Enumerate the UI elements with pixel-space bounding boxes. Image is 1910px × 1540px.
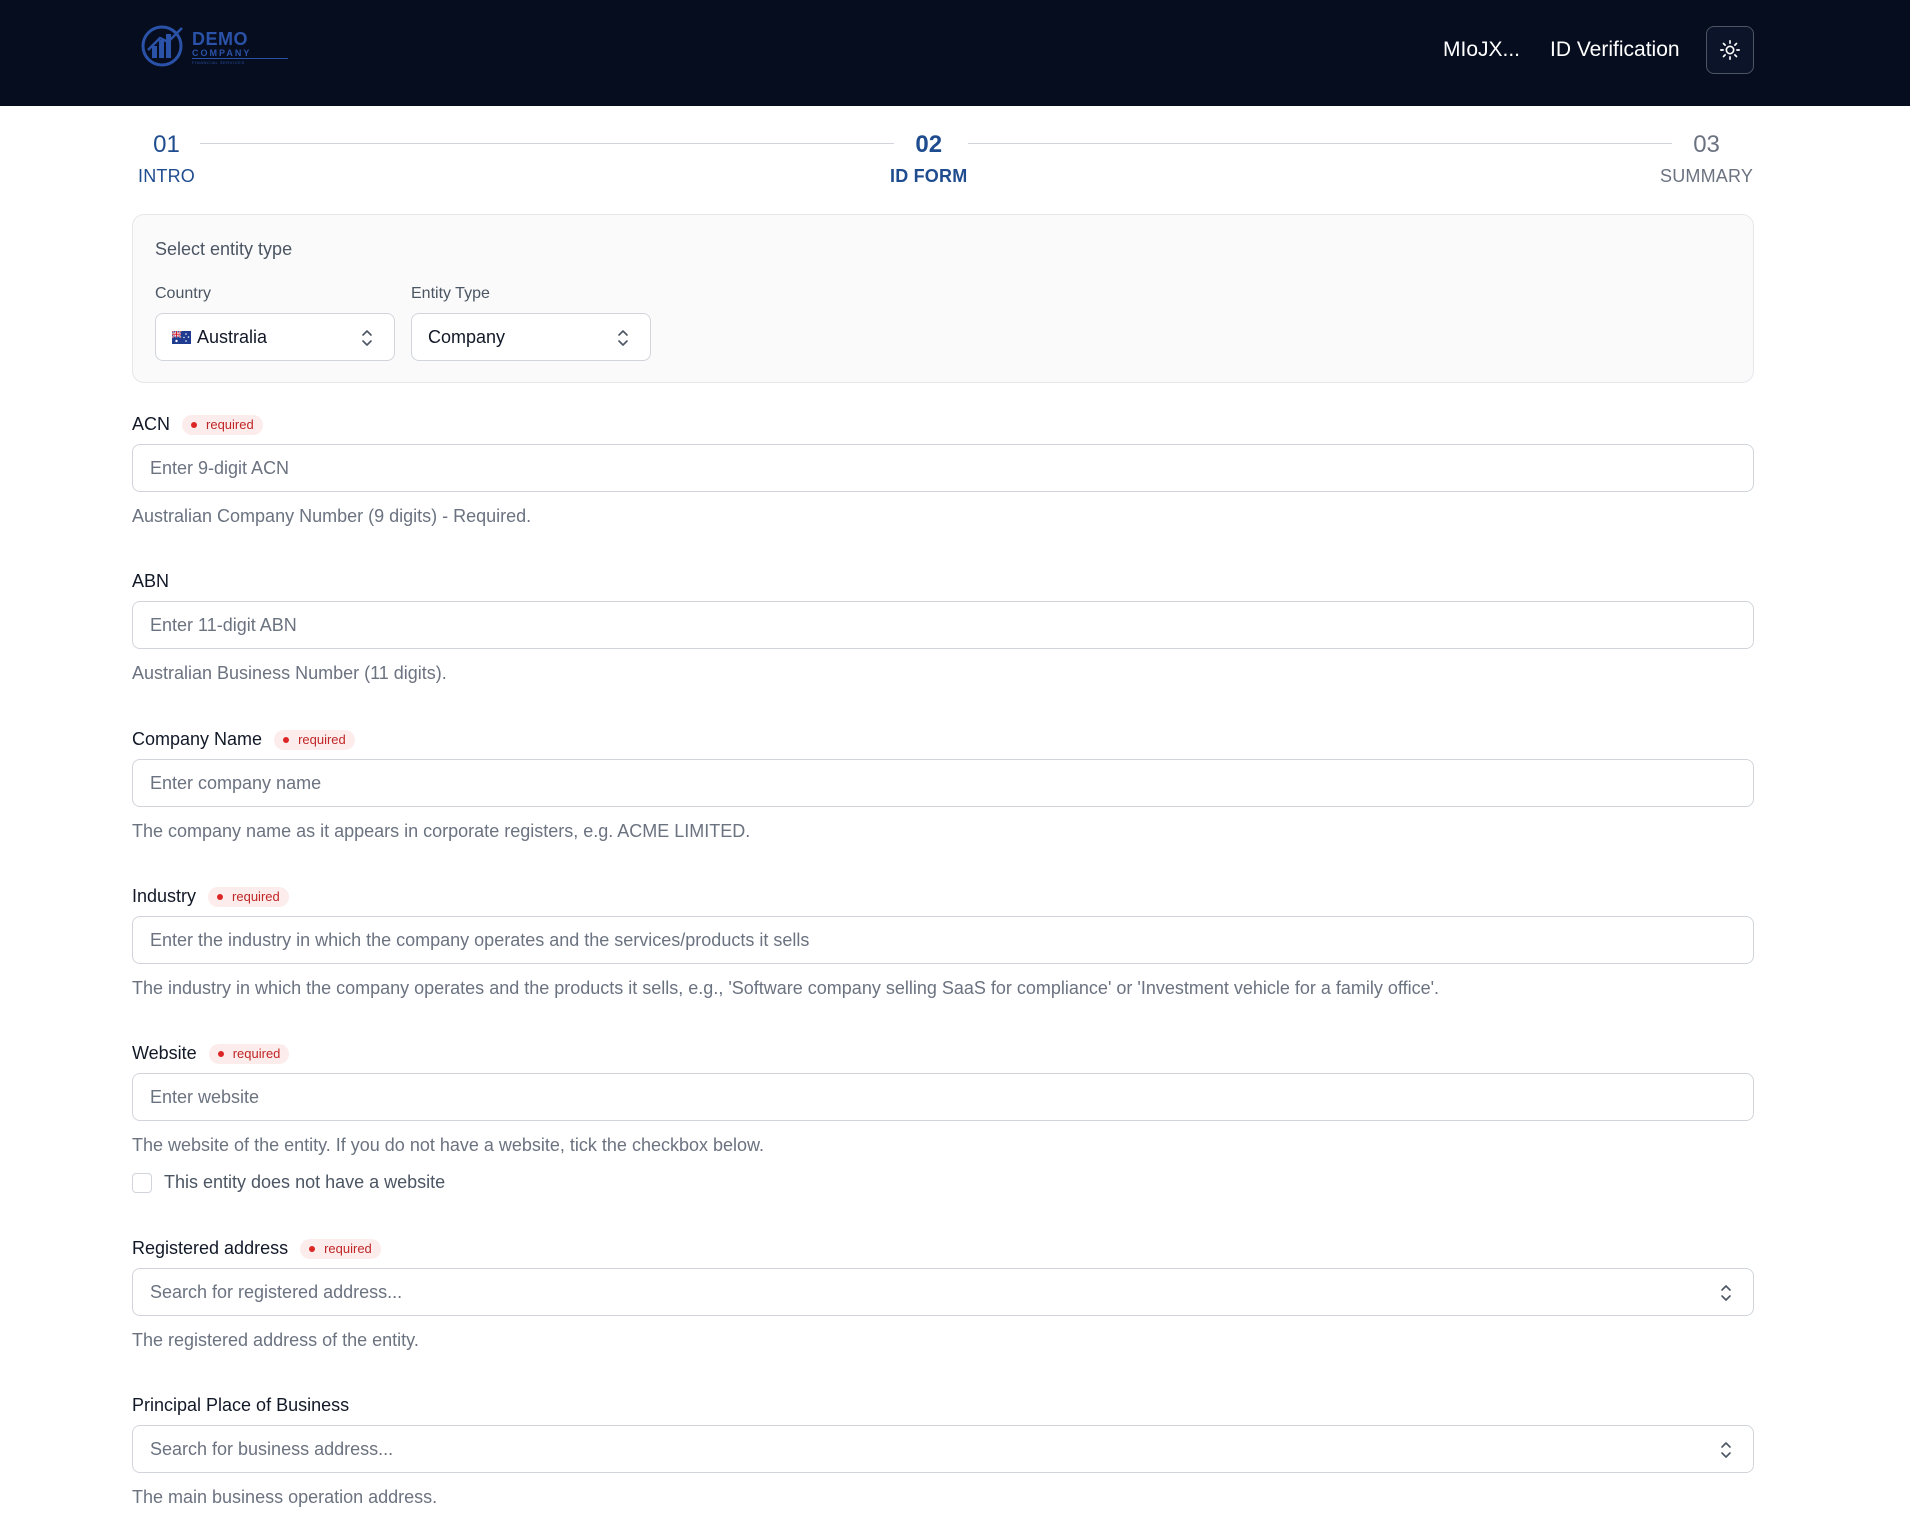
entity-type-label: Entity Type: [411, 285, 490, 302]
abn-help: Australian Business Number (11 digits).: [132, 663, 447, 683]
required-badge-text: required: [298, 732, 346, 747]
step-label: INTRO: [138, 166, 195, 186]
australia-flag-icon: [172, 330, 191, 344]
company-name-input[interactable]: Enter company name: [132, 759, 1754, 807]
required-dot-icon: [283, 736, 290, 743]
registered-address-placeholder: Search for registered address...: [150, 1281, 403, 1302]
entity-type-card: Select entity type Country Australia Ent…: [132, 214, 1754, 383]
principal-place-label: Principal Place of Business: [132, 1395, 349, 1416]
step-connector: [968, 143, 1672, 144]
step-number: 02: [915, 131, 943, 158]
entity-type-value: Company: [428, 326, 506, 347]
industry-placeholder: Enter the industry in which the company …: [150, 929, 810, 950]
step-number: 03: [1693, 131, 1720, 158]
required-badge-text: required: [232, 889, 280, 904]
step-summary[interactable]: 03 SUMMARY: [1660, 131, 1753, 187]
chevron-up-down-icon: [1721, 1442, 1731, 1458]
principal-place-help: The main business operation address.: [132, 1487, 438, 1507]
step-label: SUMMARY: [1660, 166, 1754, 186]
field-label-text: Company Name: [132, 729, 263, 749]
field-label-text: Website: [132, 1043, 197, 1063]
industry-label: Industry required: [132, 886, 289, 907]
field-label-text: ABN: [132, 571, 170, 591]
card-title: Select entity type: [155, 239, 293, 259]
chevron-up-down-icon: [618, 330, 628, 346]
required-dot-icon: [309, 1245, 316, 1252]
required-badge-text: required: [206, 417, 254, 432]
theme-toggle-button[interactable]: [1706, 26, 1754, 74]
step-connector: [200, 143, 894, 144]
required-badge: required: [274, 729, 355, 750]
company-name-placeholder: Enter company name: [150, 772, 322, 793]
field-label-text: Registered address: [132, 1238, 289, 1258]
app-header: DEMO COMPANY FINANCIAL SERVICES MIoJX...…: [0, 0, 1910, 106]
industry-help: The industry in which the company operat…: [132, 978, 1440, 998]
website-placeholder: Enter website: [150, 1086, 260, 1107]
required-badge: required: [300, 1238, 381, 1259]
step-number: 01: [153, 131, 180, 158]
app-title: ID Verification: [1550, 38, 1680, 61]
step-intro[interactable]: 01 INTRO: [138, 131, 195, 187]
required-dot-icon: [217, 1050, 224, 1057]
required-dot-icon: [217, 893, 224, 900]
logo-text-company: COMPANY: [192, 48, 252, 58]
registered-address-help: The registered address of the entity.: [132, 1330, 419, 1350]
abn-label: ABN: [132, 571, 169, 592]
required-dot-icon: [191, 421, 198, 428]
website-label: Website required: [132, 1043, 290, 1064]
required-badge-text: required: [232, 1046, 281, 1061]
registered-address-label: Registered address required: [132, 1238, 381, 1259]
required-badge: required: [182, 414, 263, 435]
field-label-text: Principal Place of Business: [132, 1395, 350, 1415]
entity-type-select[interactable]: Company: [411, 313, 651, 361]
required-badge-text: required: [324, 1241, 372, 1256]
acn-input[interactable]: Enter 9-digit ACN: [132, 444, 1754, 492]
logo-text-demo: DEMO: [192, 29, 248, 49]
abn-input[interactable]: Enter 11-digit ABN: [132, 601, 1754, 649]
website-help: The website of the entity. If you do not…: [132, 1135, 765, 1155]
no-website-checkbox[interactable]: [132, 1172, 152, 1193]
country-value: Australia: [197, 326, 268, 347]
required-badge: required: [208, 886, 289, 907]
acn-label: ACN required: [132, 414, 263, 435]
country-select[interactable]: Australia: [155, 313, 395, 361]
company-logo[interactable]: DEMO COMPANY FINANCIAL SERVICES: [140, 20, 300, 70]
field-label-text: ACN: [132, 414, 171, 434]
required-badge: required: [208, 1043, 290, 1064]
abn-placeholder: Enter 11-digit ABN: [150, 614, 297, 635]
country-label: Country: [155, 285, 212, 302]
chevron-up-down-icon: [362, 330, 372, 346]
step-id-form[interactable]: 02 ID FORM: [890, 131, 967, 187]
no-website-checkbox-row[interactable]: This entity does not have a website: [132, 1172, 445, 1193]
sun-icon: [1720, 40, 1740, 60]
chevron-up-down-icon: [1721, 1285, 1731, 1301]
logo-text-sub: FINANCIAL SERVICES: [192, 58, 288, 66]
no-website-checkbox-label[interactable]: This entity does not have a website: [164, 1172, 445, 1193]
acn-placeholder: Enter 9-digit ACN: [150, 457, 290, 478]
field-label-text: Industry: [132, 886, 197, 906]
step-label: ID FORM: [890, 166, 968, 186]
company-name-help: The company name as it appears in corpor…: [132, 821, 751, 841]
company-name-label: Company Name required: [132, 729, 355, 750]
logo-chart-icon: [141, 25, 183, 67]
acn-help: Australian Company Number (9 digits) - R…: [132, 506, 532, 526]
industry-input[interactable]: Enter the industry in which the company …: [132, 916, 1754, 964]
principal-place-combobox[interactable]: Search for business address...: [132, 1425, 1754, 1473]
principal-place-placeholder: Search for business address...: [150, 1438, 394, 1459]
user-name[interactable]: MIoJX...: [1443, 38, 1520, 62]
website-input[interactable]: Enter website: [132, 1073, 1754, 1121]
registered-address-combobox[interactable]: Search for registered address...: [132, 1268, 1754, 1316]
